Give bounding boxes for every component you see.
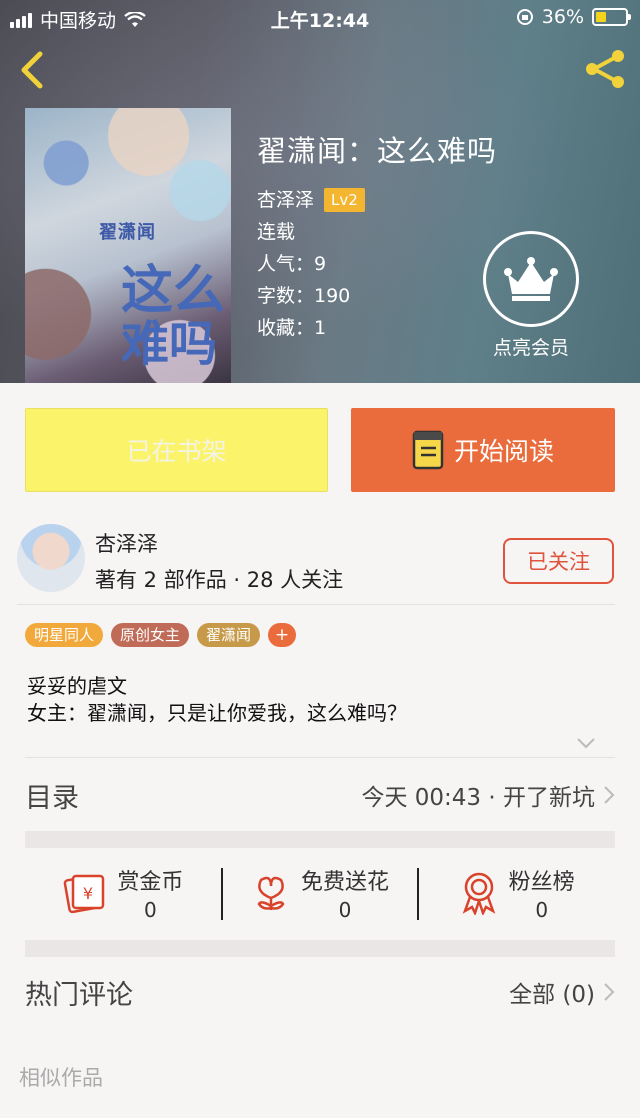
- level-badge: Lv2: [324, 188, 365, 212]
- expand-description-button[interactable]: [576, 734, 596, 753]
- back-button[interactable]: [14, 48, 54, 92]
- divider: [25, 757, 615, 758]
- fan-ranking-value: 0: [535, 898, 549, 922]
- book-cover[interactable]: 翟潇闻 这么 难吗: [25, 108, 231, 383]
- author-name: 杏泽泽: [95, 532, 158, 556]
- vip-button[interactable]: 点亮会员: [483, 231, 579, 360]
- start-reading-button[interactable]: 开始阅读: [351, 408, 615, 492]
- book-description: 妥妥的虐文 女主：翟潇闻，只是让你爱我，这么难吗？: [27, 673, 407, 727]
- catalog-update: 今天 00:43 · 开了新坑: [361, 785, 595, 811]
- chevron-right-icon: [604, 983, 615, 1001]
- start-reading-label: 开始阅读: [453, 437, 554, 466]
- crown-icon: [504, 257, 558, 301]
- orientation-lock-icon: [516, 9, 533, 25]
- similar-works-heading: 相似作品: [19, 1066, 103, 1090]
- book-author[interactable]: 杏泽泽: [257, 184, 314, 216]
- catalog-row[interactable]: 目录 今天 00:43 · 开了新坑: [25, 760, 615, 830]
- chevron-down-icon: [577, 738, 595, 749]
- status-bar: 中国移动 上午12:44 36%: [0, 0, 640, 36]
- chevron-right-icon: [604, 786, 615, 804]
- section-separator: [25, 831, 615, 848]
- rewards-bar: ¥ 赏金币 0 免费送花 0 粉丝榜 0: [25, 848, 615, 938]
- catalog-label: 目录: [25, 782, 79, 814]
- divider: [17, 604, 615, 605]
- description-line2: 女主：翟潇闻，只是让你爱我，这么难吗？: [27, 701, 407, 725]
- send-flower-value: 0: [338, 898, 352, 922]
- tag-list: 明星同人 原创女主 翟潇闻 +: [25, 623, 297, 647]
- book-header: 中国移动 上午12:44 36% 翟潇闻 这么 难吗 翟潇闻：这么难吗 杏泽泽 …: [0, 0, 640, 383]
- battery-percent: 36%: [541, 6, 584, 28]
- follow-button[interactable]: 已关注: [503, 538, 614, 584]
- fan-ranking-label: 粉丝榜: [508, 870, 575, 895]
- battery-icon: [592, 8, 631, 26]
- author-stats: 著有 2 部作品 · 28 人关注: [95, 568, 344, 592]
- share-button[interactable]: [582, 46, 628, 92]
- red-envelope-icon: ¥: [64, 874, 105, 914]
- flower-icon: [257, 876, 285, 910]
- on-shelf-button[interactable]: 已在书架: [25, 408, 328, 492]
- hot-comments-label: 热门评论: [25, 979, 133, 1011]
- book-info: 翟潇闻：这么难吗 杏泽泽 Lv2 连载 人气：9 字数：190 收藏：1: [257, 128, 497, 344]
- book-title: 翟潇闻：这么难吗: [257, 134, 498, 168]
- svg-text:¥: ¥: [83, 884, 93, 903]
- vip-label: 点亮会员: [492, 337, 569, 359]
- cover-title-line2: 难吗: [121, 316, 218, 372]
- all-comments-link[interactable]: 全部 (0): [509, 975, 595, 1009]
- reward-coins-label: 赏金币: [117, 870, 184, 895]
- tag-zhai-xiaowen[interactable]: 翟潇闻: [197, 623, 261, 647]
- book-popularity: 人气：9: [257, 253, 327, 275]
- section-separator: [25, 940, 615, 957]
- book-word-count: 字数：190: [257, 285, 351, 307]
- reward-coins-value: 0: [143, 898, 157, 922]
- reward-coins-button[interactable]: ¥ 赏金币 0: [25, 848, 222, 938]
- hot-comments-row[interactable]: 热门评论 全部 (0): [25, 957, 615, 1027]
- avatar[interactable]: [17, 524, 85, 592]
- tag-star-fanfic[interactable]: 明星同人: [25, 623, 104, 647]
- medal-icon: [462, 872, 495, 915]
- send-flower-label: 免费送花: [301, 870, 390, 895]
- tag-original-heroine[interactable]: 原创女主: [111, 623, 190, 647]
- book-favorites: 收藏：1: [257, 317, 327, 339]
- share-icon: [586, 50, 624, 88]
- send-flower-button[interactable]: 免费送花 0: [222, 848, 419, 938]
- description-line1: 妥妥的虐文: [27, 674, 127, 698]
- fan-ranking-button[interactable]: 粉丝榜 0: [418, 848, 615, 938]
- cover-subtitle: 翟潇闻: [99, 222, 156, 243]
- book-status: 连载: [257, 221, 296, 243]
- add-tag-button[interactable]: +: [268, 623, 297, 647]
- author-row[interactable]: 杏泽泽 著有 2 部作品 · 28 人关注 已关注: [17, 524, 617, 596]
- book-icon: [412, 430, 444, 470]
- chevron-left-icon: [21, 51, 43, 89]
